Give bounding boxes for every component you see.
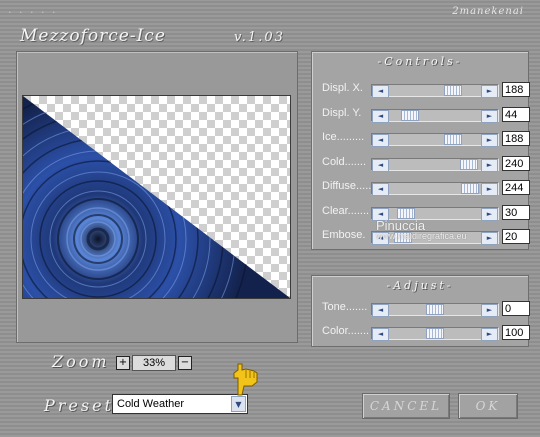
right-arrow-icon[interactable]: ► [481,207,498,221]
slider-track[interactable]: ◄ ► [371,108,499,123]
preview-canvas [22,95,291,299]
app-title: Mezzoforce-Ice [20,26,166,46]
adjust-slider-row: Tone....... ◄ ► 0 [320,299,535,317]
right-arrow-icon[interactable]: ► [481,158,498,172]
right-arrow-icon[interactable]: ► [481,232,498,245]
right-arrow-icon[interactable]: ► [481,304,498,317]
slider-label: Ice......... [322,131,365,143]
preview-image [23,96,290,298]
zoom-value: 33% [132,355,176,371]
slider-thumb[interactable] [461,183,479,194]
slider-label: Tone....... [322,301,368,313]
slider-value-input[interactable]: 20 [502,229,530,244]
slider-label: Color....... [322,325,370,337]
brand-label: 2manekenai [452,6,524,17]
controls-slider-row: Cold....... ◄ ► 240 [320,154,535,172]
right-arrow-icon[interactable]: ► [481,109,498,123]
zoom-out-button[interactable]: − [178,356,192,370]
left-arrow-icon[interactable]: ◄ [372,109,389,123]
slider-value-input[interactable]: 44 [502,106,530,122]
slider-label: Clear....... [322,204,370,217]
slider-value-input[interactable]: 240 [502,155,530,171]
adjust-title: -Adjust- [386,279,454,292]
zoom-label: Zoom [52,352,110,371]
controls-slider-row: Displ. Y. ◄ ► 44 [320,105,535,123]
app-version: v.1.03 [234,30,285,45]
adjust-panel: -Adjust- Tone....... ◄ ► 0 Color....... ◄ ► 100 [311,275,530,347]
left-arrow-icon[interactable]: ◄ [372,183,389,196]
slider-label: Embose. [322,229,366,241]
right-arrow-icon[interactable]: ► [481,134,498,147]
left-arrow-icon[interactable]: ◄ [372,304,389,317]
slider-thumb[interactable] [401,109,419,121]
slider-value-input[interactable]: 188 [502,82,530,97]
left-arrow-icon[interactable]: ◄ [372,85,389,98]
slider-track[interactable]: ◄ ► [371,327,499,341]
slider-label: Diffuse..... [322,180,372,192]
controls-slider-row: Ice......... ◄ ► 188 [320,129,535,147]
watermark: Pinuccia www.maidiregrafica.eu [376,218,467,241]
slider-track[interactable]: ◄ ► [371,84,499,98]
slider-track[interactable]: ◄ ► [371,157,499,172]
slider-thumb[interactable] [460,158,478,170]
slider-thumb[interactable] [426,328,444,339]
slider-value-input[interactable]: 0 [502,301,530,316]
controls-slider-row: Diffuse..... ◄ ► 244 [320,178,535,196]
slider-thumb[interactable] [444,134,462,145]
ok-button[interactable]: OK [458,393,518,419]
preset-selected-value: Cold Weather [117,398,185,410]
slider-label: Displ. Y. [322,106,362,119]
controls-slider-row: Clear....... ◄ ► 30 [320,203,535,221]
slider-thumb[interactable] [426,304,444,315]
watermark-url: www.maidiregrafica.eu [376,231,467,241]
slider-track[interactable]: ◄ ► [371,303,499,317]
slider-label: Cold....... [322,155,367,168]
cancel-button[interactable]: CANCEL [362,393,450,419]
right-arrow-icon[interactable]: ► [481,85,498,98]
controls-slider-row: Displ. X. ◄ ► 188 [320,80,535,98]
right-arrow-icon[interactable]: ► [481,183,498,196]
window-grip-dots: · · · · · [8,6,58,19]
slider-value-input[interactable]: 244 [502,180,530,195]
slider-track[interactable]: ◄ ► [371,133,499,147]
slider-value-input[interactable]: 188 [502,131,530,146]
preset-label: Preset [44,396,114,415]
right-arrow-icon[interactable]: ► [481,328,498,341]
slider-thumb[interactable] [397,207,415,219]
slider-label: Displ. X. [322,82,363,94]
slider-value-input[interactable]: 100 [502,325,530,340]
slider-value-input[interactable]: 30 [502,204,530,220]
slider-thumb[interactable] [444,85,462,96]
controls-title: -Controls- [377,55,463,68]
adjust-slider-row: Color....... ◄ ► 100 [320,323,535,341]
left-arrow-icon[interactable]: ◄ [372,328,389,341]
slider-track[interactable]: ◄ ► [371,182,499,196]
left-arrow-icon[interactable]: ◄ [372,134,389,147]
pointer-hand-icon [233,363,258,396]
zoom-in-button[interactable]: + [116,356,130,370]
preset-select[interactable]: Cold Weather ▼ [112,394,248,414]
chevron-down-icon[interactable]: ▼ [231,396,246,412]
left-arrow-icon[interactable]: ◄ [372,158,389,172]
